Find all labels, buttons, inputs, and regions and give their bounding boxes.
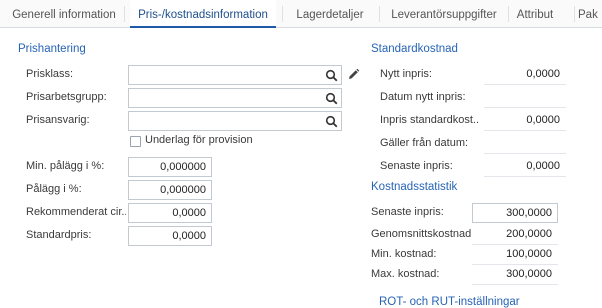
pencil-icon[interactable] bbox=[347, 68, 360, 81]
tab-separator bbox=[124, 6, 125, 22]
section-title-rot-rut: ROT- och RUT-inställningar bbox=[379, 296, 520, 308]
min-kostnad-label: Min. kostnad: bbox=[371, 248, 437, 260]
nytt-inpris-value: 0,0000 bbox=[484, 65, 566, 85]
tab-generell-information[interactable]: Generell information bbox=[8, 0, 120, 28]
min-kostnad-value: 100,0000 bbox=[472, 245, 558, 265]
section-title-kostnadsstatistik: Kostnadsstatistik bbox=[371, 181, 458, 193]
rekommenderat-input[interactable]: 0,0000 bbox=[128, 203, 212, 223]
search-icon[interactable] bbox=[325, 69, 338, 82]
prisarbetsgrupp-label: Prisarbetsgrupp: bbox=[26, 91, 107, 103]
prisklass-value[interactable] bbox=[129, 66, 321, 84]
tab-separator bbox=[282, 6, 283, 22]
rekommenderat-label: Rekommenderat cir... bbox=[26, 206, 126, 218]
prisarbetsgrupp-field[interactable] bbox=[128, 88, 342, 108]
section-title-standardkostnad: Standardkostnad bbox=[371, 43, 458, 55]
tab-attribut[interactable]: Attribut bbox=[512, 0, 558, 28]
prisansvarig-value[interactable] bbox=[129, 112, 321, 130]
tab-bar: Generell information Pris-/kostnadsinfor… bbox=[0, 0, 602, 28]
standardpris-label: Standardpris: bbox=[26, 229, 92, 241]
senaste-inpris-label: Senaste inpris: bbox=[380, 160, 453, 172]
tab-pak[interactable]: Pak bbox=[578, 0, 602, 28]
min-palagg-label: Min. pålägg i %: bbox=[26, 160, 105, 172]
genomsnittskostnad-value: 200,0000 bbox=[472, 225, 558, 245]
palagg-label: Pålägg i %: bbox=[26, 183, 82, 195]
datum-nytt-inpris-label: Datum nytt inpris: bbox=[380, 91, 466, 103]
min-palagg-input[interactable]: 0,000000 bbox=[128, 157, 212, 177]
prisarbetsgrupp-value[interactable] bbox=[129, 89, 321, 107]
underlag-checkbox[interactable] bbox=[130, 136, 141, 147]
standardpris-input[interactable]: 0,0000 bbox=[128, 226, 212, 246]
tab-separator bbox=[574, 6, 575, 22]
underlag-label: Underlag för provision bbox=[145, 134, 253, 146]
galler-fran-datum-value bbox=[484, 134, 566, 154]
tab-separator bbox=[379, 6, 380, 22]
max-kostnad-label: Max. kostnad: bbox=[371, 268, 440, 280]
inpris-standardkostnad-label: Inpris standardkost... bbox=[380, 114, 480, 126]
genomsnittskostnad-label: Genomsnittskostnad: bbox=[371, 228, 471, 240]
prisansvarig-label: Prisansvarig: bbox=[26, 114, 90, 126]
tab-lagerdetaljer[interactable]: Lagerdetaljer bbox=[287, 0, 373, 28]
galler-fran-datum-label: Gäller från datum: bbox=[380, 137, 469, 149]
prisklass-field[interactable] bbox=[128, 65, 342, 85]
prisansvarig-field[interactable] bbox=[128, 111, 342, 131]
search-icon[interactable] bbox=[325, 115, 338, 128]
senaste-inpris-value: 0,0000 bbox=[484, 157, 566, 177]
prisklass-label: Prisklass: bbox=[26, 68, 74, 80]
palagg-input[interactable]: 0,000000 bbox=[128, 180, 212, 200]
stat-senaste-inpris-label: Senaste inpris: bbox=[371, 206, 444, 218]
tab-leverantorsuppgifter[interactable]: Leverantörsuppgifter bbox=[384, 0, 504, 28]
section-title-prishantering: Prishantering bbox=[18, 43, 86, 55]
datum-nytt-inpris-value bbox=[484, 88, 566, 108]
nytt-inpris-label: Nytt inpris: bbox=[380, 68, 432, 80]
tab-pris-kostnadsinformation[interactable]: Pris-/kostnadsinformation bbox=[130, 0, 276, 28]
search-icon[interactable] bbox=[325, 92, 338, 105]
tab-separator bbox=[508, 6, 509, 22]
stat-senaste-inpris-input[interactable]: 300,0000 bbox=[472, 203, 558, 223]
inpris-standardkostnad-value: 0,0000 bbox=[484, 111, 566, 131]
max-kostnad-value: 300,0000 bbox=[472, 265, 558, 285]
